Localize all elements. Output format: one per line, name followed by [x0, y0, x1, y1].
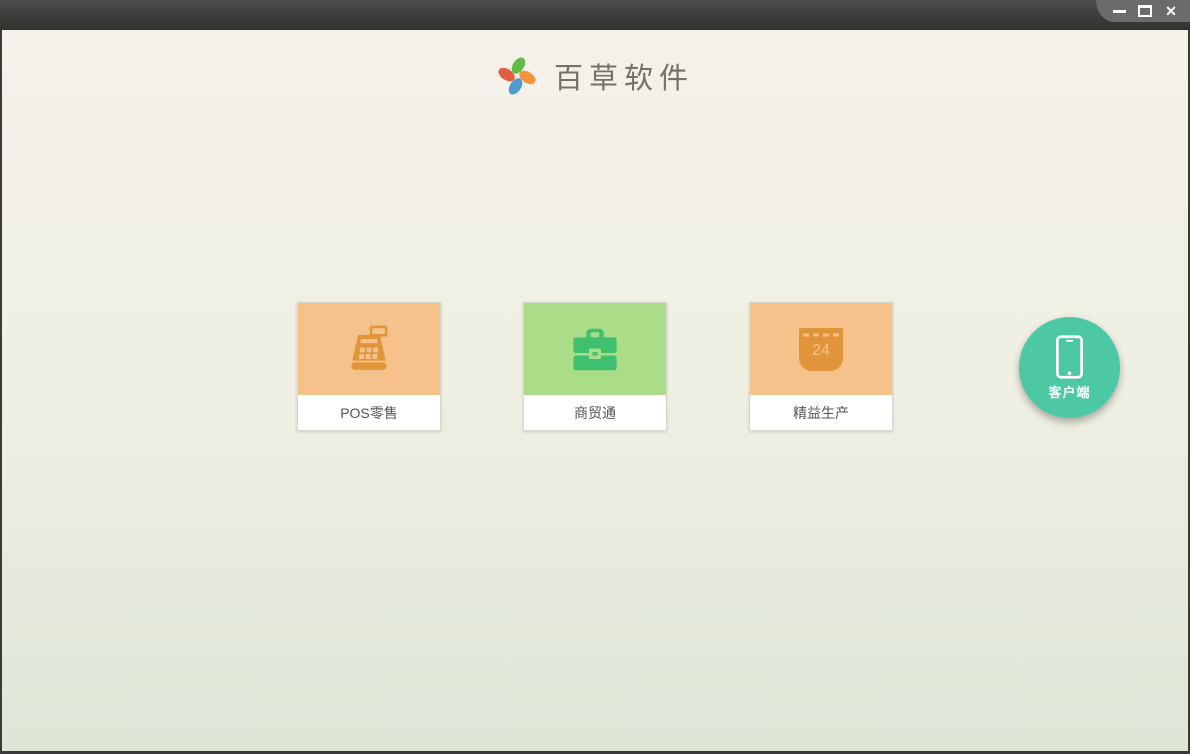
briefcase-icon	[573, 328, 617, 370]
client-button[interactable]: 客户端	[1019, 317, 1120, 418]
main-content: 百草软件 POS零售 商贸通 24 精益生产 客户端	[0, 30, 1190, 754]
close-button[interactable]: ✕	[1162, 2, 1180, 20]
minimize-icon	[1112, 9, 1126, 13]
smartphone-icon	[1056, 334, 1083, 379]
card-label: 商贸通	[574, 404, 616, 421]
cash-register-icon	[351, 325, 388, 370]
product-card-pos-retail[interactable]: POS零售	[297, 302, 441, 431]
calendar-day: 24	[812, 342, 830, 359]
card-tile: 24	[750, 303, 892, 395]
pinwheel-logo-icon	[498, 57, 536, 95]
titlebar[interactable]: ✕	[0, 0, 1190, 30]
calendar-icon: 24	[799, 328, 843, 371]
product-card-lean-production[interactable]: 24 精益生产	[749, 302, 893, 431]
card-label: 精益生产	[793, 404, 849, 421]
maximize-button[interactable]	[1136, 2, 1154, 20]
minimize-button[interactable]	[1110, 2, 1128, 20]
client-label: 客户端	[1048, 384, 1091, 400]
app-window: ✕ 百草软件 POS零售 商贸通 24 精益生产 客户端	[0, 0, 1190, 754]
app-title: 百草软件	[553, 61, 694, 95]
card-tile	[524, 303, 666, 395]
maximize-icon	[1138, 5, 1152, 17]
product-card-trade[interactable]: 商贸通	[523, 302, 667, 431]
window-controls: ✕	[1096, 0, 1190, 22]
card-label: POS零售	[340, 404, 398, 421]
close-icon: ✕	[1165, 3, 1177, 19]
app-header: 百草软件	[2, 55, 1188, 97]
card-tile	[298, 303, 440, 395]
